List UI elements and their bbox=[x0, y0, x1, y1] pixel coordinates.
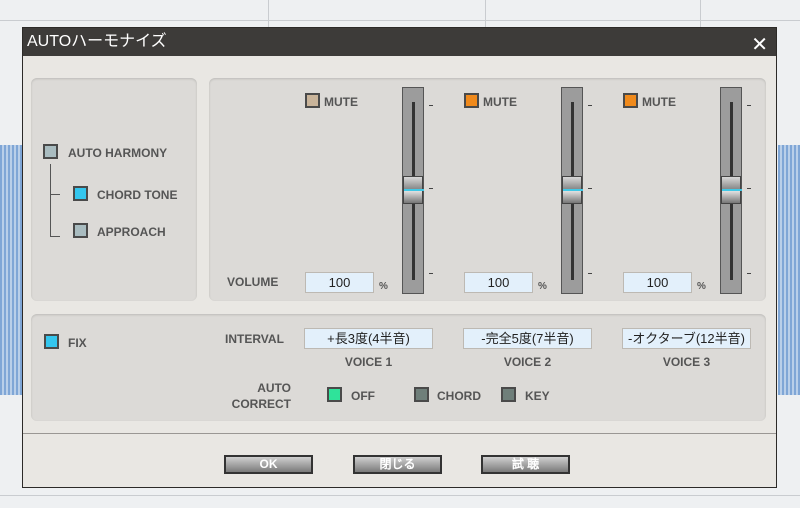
percent-label: % bbox=[697, 281, 706, 292]
auto-correct-key-radio[interactable] bbox=[501, 387, 516, 402]
waveform bbox=[778, 145, 800, 395]
percent-label: % bbox=[379, 281, 388, 292]
volume-input[interactable]: 100 bbox=[464, 272, 533, 293]
mute-checkbox[interactable] bbox=[464, 93, 479, 108]
waveform bbox=[0, 145, 22, 395]
mute-label: MUTE bbox=[324, 95, 358, 109]
mute-checkbox[interactable] bbox=[305, 93, 320, 108]
slider-thumb[interactable] bbox=[562, 176, 583, 204]
slider-thumb[interactable] bbox=[721, 176, 742, 204]
auto-correct-label: AUTO bbox=[257, 381, 291, 395]
interval-label: INTERVAL bbox=[225, 332, 284, 346]
interval-select[interactable]: +長3度(4半音) bbox=[304, 328, 433, 349]
chord-tone-checkbox[interactable] bbox=[73, 186, 88, 201]
volume-input[interactable]: 100 bbox=[305, 272, 374, 293]
fix-checkbox[interactable] bbox=[44, 334, 59, 349]
auto-harmony-checkbox[interactable] bbox=[43, 144, 58, 159]
voice-label: VOICE 1 bbox=[344, 355, 393, 369]
chord-tone-label: CHORD TONE bbox=[97, 188, 178, 202]
dialog-title-bar: AUTOハーモナイズ ✕ bbox=[23, 28, 776, 56]
volume-label: VOLUME bbox=[227, 275, 279, 289]
voice-label: VOICE 3 bbox=[662, 355, 711, 369]
off-label: OFF bbox=[351, 389, 375, 403]
auto-correct-label: CORRECT bbox=[231, 397, 291, 411]
volume-input[interactable]: 100 bbox=[623, 272, 692, 293]
volume-slider[interactable] bbox=[720, 87, 742, 294]
chord-label: CHORD bbox=[437, 389, 481, 403]
key-label: KEY bbox=[525, 389, 550, 403]
mute-checkbox[interactable] bbox=[623, 93, 638, 108]
auto-harmonize-dialog: AUTOハーモナイズ ✕ AUTO HARMONY CHORD TONE APPR… bbox=[22, 27, 777, 488]
percent-label: % bbox=[538, 281, 547, 292]
settings-panel: FIX INTERVAL AUTO CORRECT OFF CHORD KEY … bbox=[31, 314, 766, 421]
volume-slider[interactable] bbox=[402, 87, 424, 294]
auto-correct-chord-radio[interactable] bbox=[414, 387, 429, 402]
close-icon[interactable]: ✕ bbox=[751, 31, 768, 59]
interval-select[interactable]: -完全5度(7半音) bbox=[463, 328, 592, 349]
close-button[interactable]: 閉じる bbox=[353, 455, 442, 474]
auto-harmony-label: AUTO HARMONY bbox=[68, 146, 168, 160]
slider-thumb[interactable] bbox=[403, 176, 424, 204]
ok-button[interactable]: OK bbox=[224, 455, 313, 474]
audition-button[interactable]: 試 聴 bbox=[481, 455, 570, 474]
mute-label: MUTE bbox=[483, 95, 517, 109]
approach-label: APPROACH bbox=[97, 225, 166, 239]
auto-correct-off-radio[interactable] bbox=[327, 387, 342, 402]
mute-label: MUTE bbox=[642, 95, 676, 109]
interval-select[interactable]: -オクターブ(12半音) bbox=[622, 328, 751, 349]
fix-label: FIX bbox=[68, 336, 87, 350]
harmony-panel: AUTO HARMONY CHORD TONE APPROACH bbox=[31, 78, 197, 301]
dialog-title: AUTOハーモナイズ bbox=[27, 33, 167, 50]
voice-label: VOICE 2 bbox=[503, 355, 552, 369]
volume-slider[interactable] bbox=[561, 87, 583, 294]
voices-panel: VOLUME MUTE 100 % MUTE 100 % MUTE 100 % bbox=[209, 78, 766, 301]
approach-checkbox[interactable] bbox=[73, 223, 88, 238]
